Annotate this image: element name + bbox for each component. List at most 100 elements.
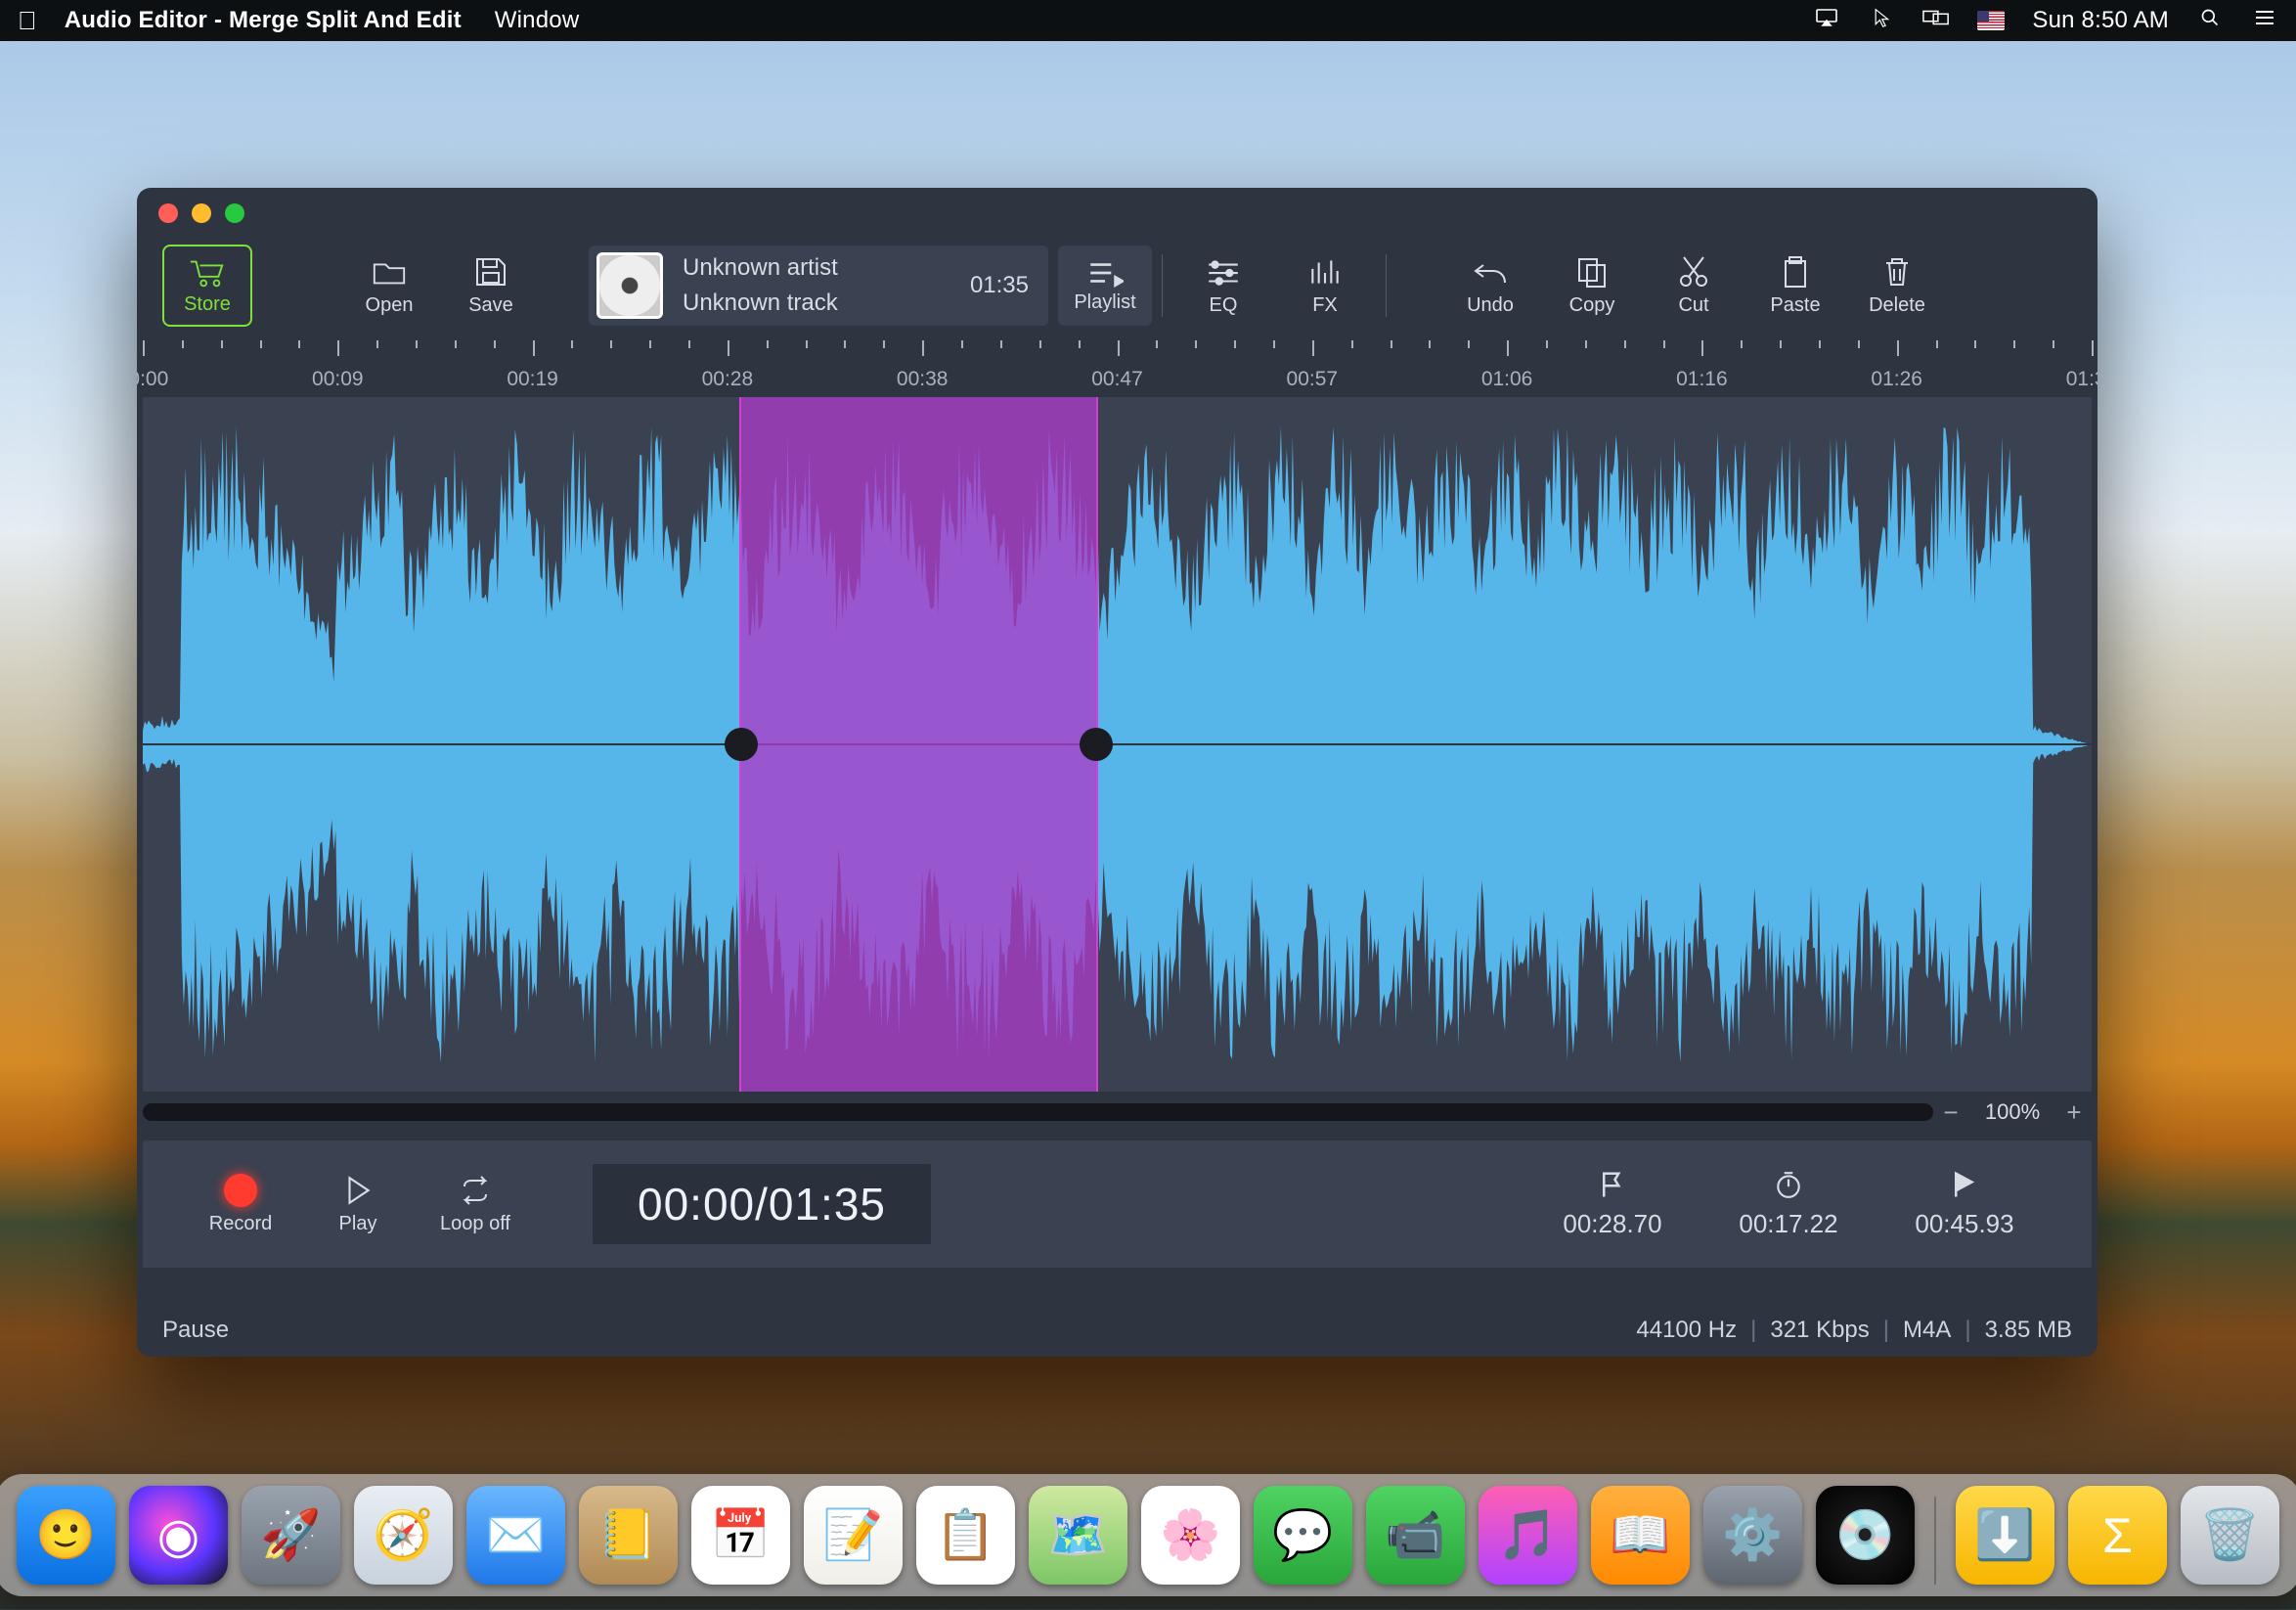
loop-button[interactable]: Loop off — [417, 1161, 534, 1247]
copy-button[interactable]: Copy — [1541, 243, 1643, 329]
ruler-tick-label: 01:16 — [1676, 368, 1728, 391]
app-window: Store Open Save Unknown artist Unknown t… — [137, 188, 2097, 1357]
playlist-icon — [1086, 258, 1124, 288]
time-ruler[interactable]: 00:0000:0900:1900:2800:3800:4700:5701:06… — [137, 336, 2097, 397]
toolbar: Store Open Save Unknown artist Unknown t… — [137, 239, 2097, 333]
play-icon — [339, 1174, 376, 1207]
paste-button[interactable]: Paste — [1744, 243, 1846, 329]
zoom-out-button[interactable]: − — [1933, 1097, 1968, 1128]
dock-launchpad-icon[interactable]: 🚀 — [242, 1486, 340, 1585]
dock: 🙂◉🚀🧭✉️📒📅📝📋🗺️🌸💬📹🎵📖⚙️💿 ⬇️Σ🗑️ — [0, 1474, 2296, 1596]
window-close-button[interactable] — [158, 203, 178, 223]
fx-button[interactable]: FX — [1274, 243, 1376, 329]
timecode-display: 00:00/01:35 — [593, 1164, 931, 1244]
selection-start-marker: 00:28.70 — [1524, 1170, 1700, 1239]
waveform-icon — [143, 397, 2092, 1092]
paste-icon — [1777, 255, 1814, 289]
filesize-label: 3.85 MB — [1985, 1317, 2072, 1344]
undo-button[interactable]: Undo — [1439, 243, 1541, 329]
loop-icon — [457, 1174, 494, 1207]
ruler-tick-label: 00:09 — [312, 368, 364, 391]
dock-maps-icon[interactable]: 🗺️ — [1029, 1486, 1127, 1585]
track-info-panel: Unknown artist Unknown track 01:35 — [589, 246, 1048, 326]
trash-icon — [1878, 255, 1916, 289]
scissors-icon — [1675, 255, 1712, 289]
save-button-label: Save — [468, 294, 513, 317]
store-button[interactable]: Store — [162, 245, 252, 327]
selection-region[interactable] — [739, 397, 1098, 1092]
ruler-tick-label: 01:35 — [2066, 368, 2097, 391]
notification-center-icon[interactable] — [2251, 7, 2278, 34]
loop-button-label: Loop off — [440, 1213, 510, 1235]
play-button[interactable]: Play — [299, 1161, 417, 1247]
dock-siri-icon[interactable]: ◉ — [129, 1486, 228, 1585]
fx-icon — [1306, 255, 1344, 289]
equalizer-icon — [1205, 255, 1242, 289]
dock-safari-icon[interactable]: 🧭 — [354, 1486, 453, 1585]
toolbar-separator — [1386, 254, 1387, 317]
dock-notes-icon[interactable]: 📝 — [804, 1486, 903, 1585]
record-button-label: Record — [209, 1213, 272, 1235]
open-button[interactable]: Open — [338, 243, 440, 329]
selection-start-value: 00:28.70 — [1563, 1209, 1661, 1239]
playlist-button[interactable]: Playlist — [1058, 246, 1152, 326]
dock-messages-icon[interactable]: 💬 — [1254, 1486, 1352, 1585]
spotlight-icon[interactable] — [2196, 7, 2224, 34]
status-bar: Pause 44100 Hz| 321 Kbps| M4A| 3.85 MB — [137, 1304, 2097, 1357]
paste-button-label: Paste — [1770, 294, 1820, 317]
menu-window[interactable]: Window — [495, 7, 580, 34]
dock-mail-icon[interactable]: ✉️ — [466, 1486, 565, 1585]
toolbar-separator — [1162, 254, 1163, 317]
horizontal-scrollbar[interactable] — [143, 1103, 1933, 1121]
selection-end-handle[interactable] — [1080, 728, 1113, 761]
menu-clock[interactable]: Sun 8:50 AM — [2032, 7, 2169, 34]
ruler-tick-label: 01:26 — [1871, 368, 1922, 391]
dock-finder-icon[interactable]: 🙂 — [17, 1486, 115, 1585]
cursor-icon[interactable] — [1868, 7, 1895, 34]
airplay-icon[interactable] — [1813, 7, 1840, 34]
selection-end-value: 00:45.93 — [1915, 1209, 2013, 1239]
window-zoom-button[interactable] — [225, 203, 244, 223]
cut-button[interactable]: Cut — [1643, 243, 1744, 329]
dock-trash-icon[interactable]: 🗑️ — [2181, 1486, 2279, 1585]
track-title-label: Unknown track — [683, 290, 838, 317]
dock-audio-editor-icon[interactable]: 💿 — [1816, 1486, 1915, 1585]
eq-button[interactable]: EQ — [1172, 243, 1274, 329]
save-button[interactable]: Save — [440, 243, 542, 329]
displays-icon[interactable] — [1922, 7, 1950, 34]
dock-itunes-icon[interactable]: 🎵 — [1479, 1486, 1577, 1585]
selection-length-marker: 00:17.22 — [1700, 1170, 1877, 1239]
dock-ibooks-icon[interactable]: 📖 — [1591, 1486, 1690, 1585]
menubar-app-name[interactable]: Audio Editor - Merge Split And Edit — [65, 7, 462, 34]
playlist-button-label: Playlist — [1074, 291, 1135, 314]
dock-downloads-icon[interactable]: ⬇️ — [1956, 1486, 2054, 1585]
copy-button-label: Copy — [1569, 294, 1615, 317]
apple-menu-icon[interactable]:  — [18, 6, 37, 36]
ruler-tick-label: 00:28 — [702, 368, 754, 391]
zoom-in-button[interactable]: + — [2056, 1097, 2092, 1128]
input-language-flag-icon[interactable] — [1977, 11, 2005, 30]
dock-app-sigma-icon[interactable]: Σ — [2068, 1486, 2167, 1585]
dock-facetime-icon[interactable]: 📹 — [1366, 1486, 1465, 1585]
dock-calendar-icon[interactable]: 📅 — [691, 1486, 790, 1585]
delete-button-label: Delete — [1869, 294, 1925, 317]
eq-button-label: EQ — [1210, 294, 1238, 317]
sample-rate-label: 44100 Hz — [1636, 1317, 1737, 1344]
store-button-label: Store — [184, 293, 231, 316]
dock-contacts-icon[interactable]: 📒 — [579, 1486, 678, 1585]
dock-preferences-icon[interactable]: ⚙️ — [1703, 1486, 1802, 1585]
track-duration-label: 01:35 — [970, 272, 1029, 299]
waveform-area[interactable] — [143, 397, 2092, 1092]
save-icon — [472, 255, 509, 289]
mac-menu-bar:  Audio Editor - Merge Split And Edit Wi… — [0, 0, 2296, 41]
ruler-tick-label: 00:47 — [1091, 368, 1143, 391]
stopwatch-icon — [1774, 1170, 1803, 1199]
dock-reminders-icon[interactable]: 📋 — [916, 1486, 1015, 1585]
window-minimize-button[interactable] — [192, 203, 211, 223]
ruler-tick-label: 00:38 — [897, 368, 949, 391]
record-button[interactable]: Record — [182, 1161, 299, 1247]
delete-button[interactable]: Delete — [1846, 243, 1948, 329]
selection-start-handle[interactable] — [725, 728, 758, 761]
dock-photos-icon[interactable]: 🌸 — [1141, 1486, 1240, 1585]
album-art-icon — [596, 252, 663, 319]
